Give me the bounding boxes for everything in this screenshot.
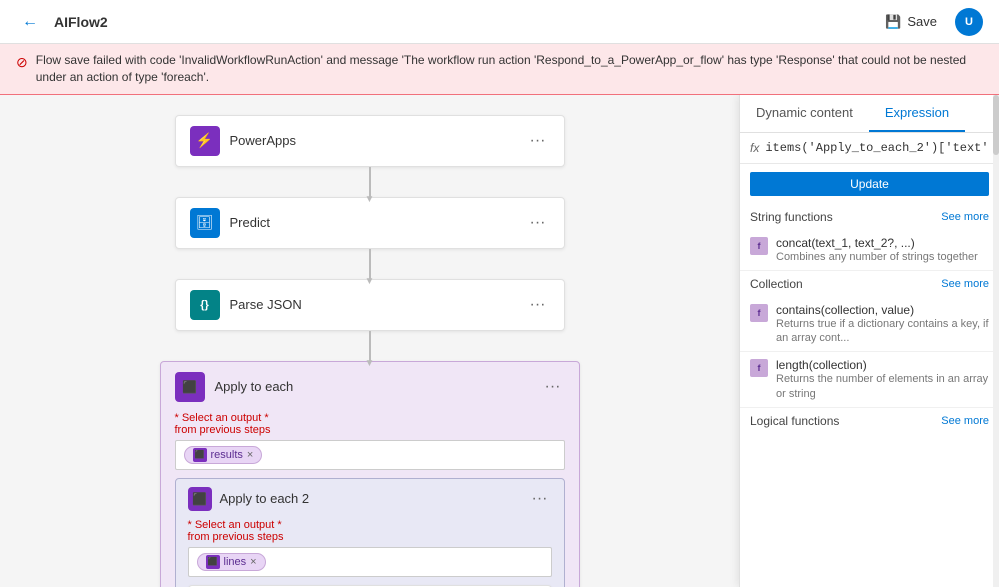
collection-section-header: Collection See more (740, 271, 999, 297)
predict-node-wrapper: 🗄 Predict ··· (175, 197, 565, 279)
expression-input-row: fx (740, 133, 999, 164)
string-functions-section-header: String functions See more (740, 204, 999, 230)
error-message: Flow save failed with code 'InvalidWorkf… (36, 52, 983, 86)
expression-input[interactable] (765, 141, 989, 155)
error-banner: ⊘ Flow save failed with code 'InvalidWor… (0, 44, 999, 95)
powerapps-icon: ⚡ (190, 126, 220, 156)
powerapps-node[interactable]: ⚡ PowerApps ··· (175, 115, 565, 167)
save-button[interactable]: 💾 Save (875, 10, 947, 34)
concat-desc: Combines any number of strings together (776, 250, 978, 264)
canvas: ⚡ PowerApps ··· 🗄 Predict ··· {} (0, 95, 999, 587)
connector-2 (369, 249, 371, 279)
concat-name: concat(text_1, text_2?, ...) (776, 236, 978, 250)
apply-to-each-2-select-label: * Select an output * from previous steps (188, 519, 552, 543)
parse-json-menu-button[interactable]: ··· (526, 294, 550, 316)
scrollbar-track (993, 95, 999, 587)
tab-expression[interactable]: Expression (869, 95, 965, 132)
tab-dynamic-content[interactable]: Dynamic content (740, 95, 869, 132)
powerapps-title: PowerApps (230, 133, 296, 148)
parse-json-node-wrapper: {} Parse JSON ··· (175, 279, 565, 361)
apply-to-each-2-token-input[interactable]: ⬛ lines × (188, 547, 552, 577)
scrollbar-thumb[interactable] (993, 95, 999, 155)
topbar-left: ← AIFlow2 (16, 8, 108, 36)
expression-tabs: Dynamic content Expression (740, 95, 999, 133)
apply-to-each-select-label: * Select an output * from previous steps (175, 412, 565, 436)
concat-icon: f (750, 237, 768, 255)
apply-to-each-2-menu-button[interactable]: ··· (528, 488, 552, 510)
predict-title: Predict (230, 215, 270, 230)
logical-functions-section-header: Logical functions See more (740, 408, 999, 434)
results-token-icon: ⬛ (193, 448, 207, 462)
parse-json-title: Parse JSON (230, 297, 302, 312)
contains-icon: f (750, 304, 768, 322)
apply-to-each-2-header[interactable]: ⬛ Apply to each 2 ··· (176, 479, 564, 519)
connector-3 (369, 331, 371, 361)
respond-card: ⚡ Respond to a PowerApp or flow i ··· (188, 585, 552, 587)
parse-json-icon: {} (190, 290, 220, 320)
update-button[interactable]: Update (750, 172, 989, 196)
save-icon: 💾 (885, 14, 901, 30)
apply-to-each-header[interactable]: ⬛ Apply to each ··· (161, 362, 579, 412)
lines-token-close[interactable]: × (250, 556, 256, 568)
apply-to-each-title: Apply to each (215, 379, 294, 394)
expression-scroll: String functions See more f concat(text_… (740, 204, 999, 587)
back-button[interactable]: ← (16, 8, 44, 36)
lines-token: ⬛ lines × (197, 553, 266, 571)
lines-token-icon: ⬛ (206, 555, 220, 569)
fx-label: fx (750, 141, 759, 155)
results-token: ⬛ results × (184, 446, 263, 464)
apply-to-each-body: * Select an output * from previous steps… (161, 412, 579, 587)
apply-to-each-select-row: * Select an output * from previous steps… (175, 412, 565, 470)
contains-desc: Returns true if a dictionary contains a … (776, 317, 989, 346)
topbar: ← AIFlow2 💾 Save U (0, 0, 999, 44)
apply-to-each-2-card: ⬛ Apply to each 2 ··· * Select an output… (175, 478, 565, 587)
length-icon: f (750, 359, 768, 377)
string-functions-see-more[interactable]: See more (941, 211, 989, 223)
contains-name: contains(collection, value) (776, 303, 989, 317)
length-desc: Returns the number of elements in an arr… (776, 372, 989, 401)
respond-header[interactable]: ⚡ Respond to a PowerApp or flow i ··· (189, 586, 551, 587)
contains-function-item[interactable]: f contains(collection, value) Returns tr… (740, 297, 999, 353)
apply-to-each-2-body: * Select an output * from previous steps… (176, 519, 564, 587)
apply-to-each-2-select-row: * Select an output * from previous steps… (188, 519, 552, 577)
avatar[interactable]: U (955, 8, 983, 36)
apply-to-each-token-input[interactable]: ⬛ results × (175, 440, 565, 470)
apply-to-each-2-icon: ⬛ (188, 487, 212, 511)
error-icon: ⊘ (16, 53, 28, 73)
app-title: AIFlow2 (54, 14, 108, 30)
length-function-item[interactable]: f length(collection) Returns the number … (740, 352, 999, 408)
apply-to-each-2-title: Apply to each 2 (220, 491, 310, 506)
powerapps-node-wrapper: ⚡ PowerApps ··· (175, 115, 565, 197)
collection-see-more[interactable]: See more (941, 278, 989, 290)
apply-to-each-menu-button[interactable]: ··· (541, 376, 565, 398)
powerapps-menu-button[interactable]: ··· (526, 130, 550, 152)
concat-function-item[interactable]: f concat(text_1, text_2?, ...) Combines … (740, 230, 999, 271)
connector-1 (369, 167, 371, 197)
predict-icon: 🗄 (190, 208, 220, 238)
expression-panel: Dynamic content Expression fx Update Str… (739, 95, 999, 587)
apply-to-each-icon: ⬛ (175, 372, 205, 402)
length-name: length(collection) (776, 358, 989, 372)
predict-menu-button[interactable]: ··· (526, 212, 550, 234)
results-token-close[interactable]: × (247, 449, 253, 461)
logical-functions-see-more[interactable]: See more (941, 415, 989, 427)
topbar-right: 💾 Save U (875, 8, 983, 36)
apply-to-each-card: ⬛ Apply to each ··· * Select an output *… (160, 361, 580, 587)
flow-area: ⚡ PowerApps ··· 🗄 Predict ··· {} (0, 95, 739, 587)
